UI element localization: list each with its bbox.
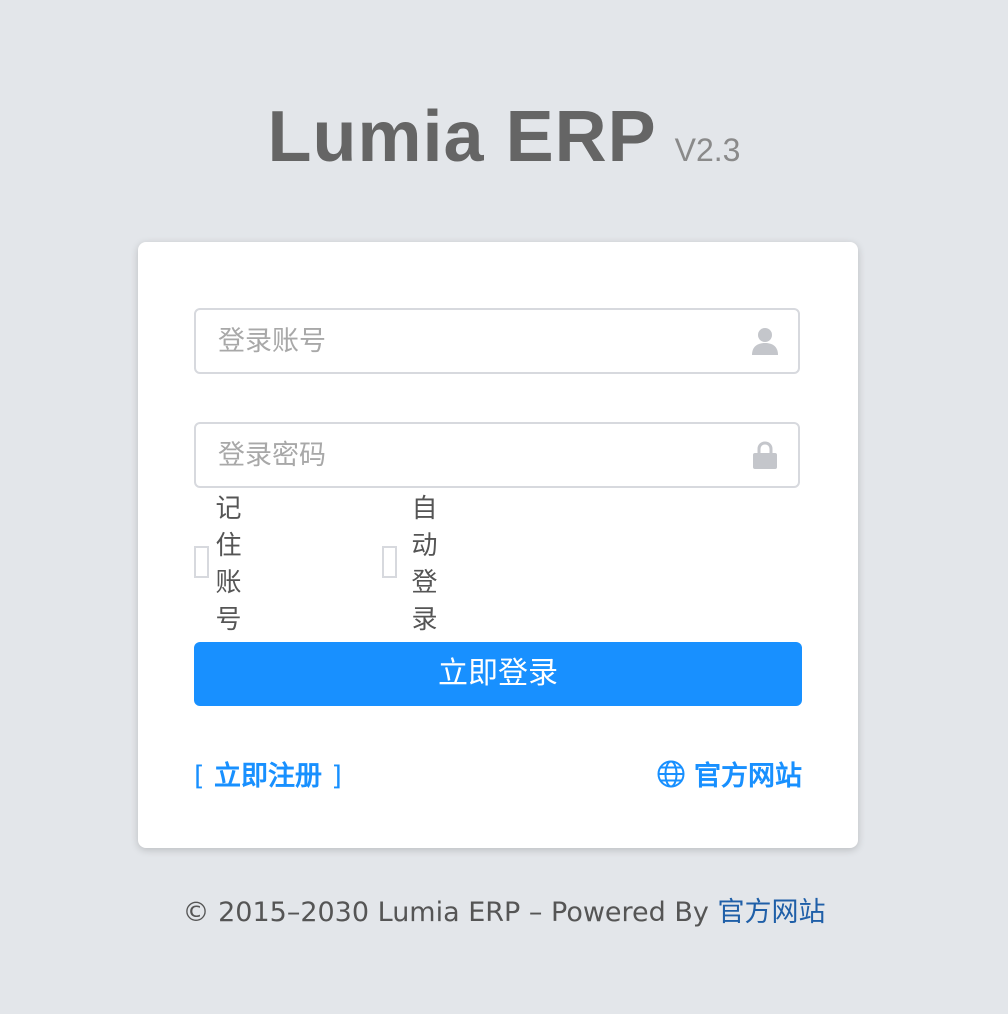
- auto-login-box[interactable]: [382, 546, 398, 578]
- remember-account-box[interactable]: [194, 546, 210, 578]
- footer: © 2015–2030 Lumia ERP – Powered By 官方网站: [0, 890, 1008, 929]
- official-site-label: 官方网站: [694, 761, 802, 792]
- globe-icon: [657, 760, 685, 787]
- register-bracket-open: [: [194, 761, 205, 792]
- password-input[interactable]: [218, 424, 738, 486]
- official-site-link[interactable]: 官方网站: [656, 754, 802, 793]
- register-link[interactable]: [ 立即注册 ]: [194, 754, 342, 793]
- password-field[interactable]: [194, 422, 800, 488]
- login-card: 记住账号 自动登录 立即登录 [ 立即注册 ] 官方网站: [138, 242, 858, 848]
- remember-account-checkbox[interactable]: 记住账号: [194, 494, 258, 635]
- auto-login-label: 自动登录: [411, 494, 438, 635]
- user-icon: [752, 328, 778, 355]
- brand-header: Lumia ERP V2.3: [0, 96, 1008, 178]
- lock-icon: [753, 441, 777, 469]
- app-title: Lumia ERP: [267, 97, 657, 177]
- account-field[interactable]: [194, 308, 800, 374]
- footer-site-link[interactable]: 官方网站: [717, 897, 825, 928]
- remember-account-label: 记住账号: [215, 494, 242, 635]
- register-label: 立即注册: [213, 761, 322, 792]
- copyright-text: © 2015–2030 Lumia ERP – Powered By: [182, 897, 718, 928]
- register-bracket-close: ]: [331, 761, 342, 792]
- login-button[interactable]: 立即登录: [194, 642, 802, 706]
- version-label: V2.3: [674, 132, 741, 168]
- auto-login-checkbox[interactable]: 自动登录: [382, 494, 454, 635]
- account-input[interactable]: [218, 310, 738, 372]
